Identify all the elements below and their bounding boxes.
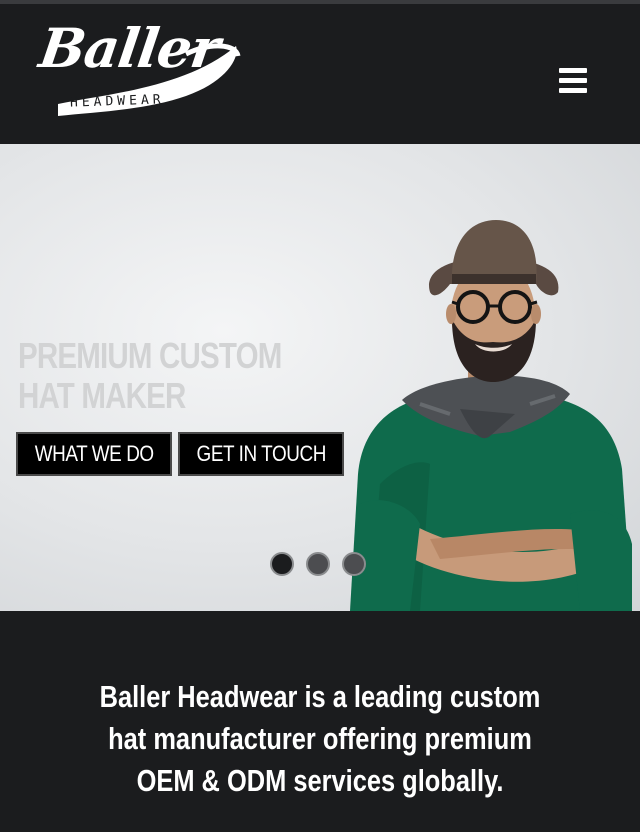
hero-title-line1: PREMIUM CUSTOM (18, 335, 282, 376)
tagline-text: Baller Headwear is a leading custom hat … (99, 679, 541, 798)
menu-bar (559, 68, 587, 73)
company-tagline: Baller Headwear is a leading custom hat … (30, 676, 610, 802)
carousel-dot-3[interactable] (342, 552, 366, 576)
logo-script-text: Baller (35, 16, 223, 80)
what-we-do-label: WHAT WE DO (34, 441, 154, 466)
hero-carousel[interactable]: PREMIUM CUSTOM HAT MAKER WHAT WE DO GET … (0, 144, 640, 611)
hero-title: PREMIUM CUSTOM HAT MAKER (18, 336, 330, 416)
site-header: Baller HEADWEAR (0, 4, 640, 144)
menu-bar (559, 88, 587, 93)
carousel-dot-2[interactable] (306, 552, 330, 576)
menu-bar (559, 78, 587, 83)
baller-headwear-logo[interactable]: Baller HEADWEAR (36, 12, 246, 124)
hero-model-photo (350, 220, 632, 611)
carousel-dot-1[interactable] (270, 552, 294, 576)
what-we-do-button[interactable]: WHAT WE DO (16, 432, 172, 476)
get-in-touch-label: GET IN TOUCH (196, 441, 326, 466)
get-in-touch-button[interactable]: GET IN TOUCH (178, 432, 344, 476)
hero-title-line2: HAT MAKER (18, 375, 186, 416)
hamburger-menu-icon[interactable] (556, 64, 590, 98)
